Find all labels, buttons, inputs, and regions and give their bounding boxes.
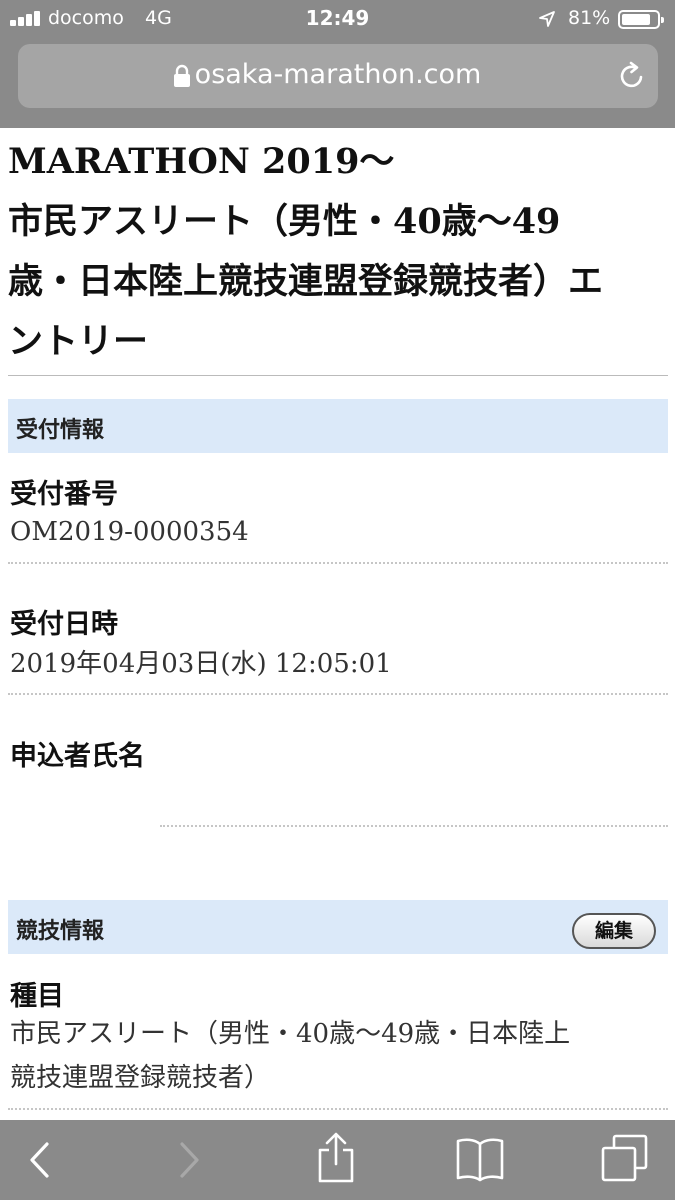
url-text[interactable]: osaka-marathon.com [18, 59, 658, 90]
page-content: MARATHON 2019〜 市民アスリート（男性・40歳〜49 歳・日本陸上競… [0, 128, 675, 1120]
forward-icon[interactable] [175, 1138, 203, 1182]
section-header-competition: 競技情報 編集 [8, 900, 668, 954]
browser-toolbar [0, 1120, 675, 1200]
back-icon[interactable] [26, 1138, 54, 1182]
page-title: MARATHON 2019〜 市民アスリート（男性・40歳〜49 歳・日本陸上競… [8, 128, 658, 372]
status-bar: docomo 4G 12:49 81% [0, 0, 675, 38]
page-title-line: MARATHON 2019〜 [8, 141, 395, 182]
battery-icon [618, 10, 664, 29]
bookmarks-icon[interactable] [456, 1136, 504, 1182]
battery-percent: 81% [568, 7, 611, 29]
share-icon[interactable] [316, 1132, 356, 1184]
event-value-line: 市民アスリート（男性・40歳〜49歳・日本陸上 [10, 1019, 571, 1049]
reception-datetime-label: 受付日時 [10, 609, 118, 640]
edit-button[interactable]: 編集 [572, 913, 656, 949]
title-divider [8, 375, 668, 376]
field-divider [8, 1108, 668, 1110]
reception-datetime-value: 2019年04月03日(水) 12:05:01 [10, 649, 392, 679]
browser-top-chrome: docomo 4G 12:49 81% osaka-marathon.com [0, 0, 675, 128]
section-header-reception: 受付情報 [8, 399, 668, 453]
page-title-line: 市民アスリート（男性・40歳〜49 [8, 201, 561, 242]
event-label: 種目 [10, 981, 64, 1012]
page-title-line: 歳・日本陸上競技連盟登録競技者）エ [8, 261, 604, 302]
reload-icon[interactable] [616, 60, 648, 92]
section-title: 競技情報 [16, 918, 105, 944]
field-divider [160, 825, 668, 827]
reception-number-value: OM2019-0000354 [10, 517, 249, 547]
address-bar[interactable]: osaka-marathon.com [18, 44, 658, 108]
reception-number-label: 受付番号 [10, 479, 118, 510]
field-divider [8, 693, 668, 695]
tabs-icon[interactable] [600, 1134, 650, 1184]
applicant-name-label: 申込者氏名 [10, 741, 145, 772]
page-title-line: ントリー [8, 321, 149, 362]
field-divider [8, 562, 668, 564]
section-title: 受付情報 [16, 417, 105, 443]
event-value-line: 競技連盟登録競技者） [10, 1063, 271, 1093]
location-arrow-icon [539, 11, 555, 27]
event-value: 市民アスリート（男性・40歳〜49歳・日本陸上 競技連盟登録競技者） [10, 1012, 665, 1100]
